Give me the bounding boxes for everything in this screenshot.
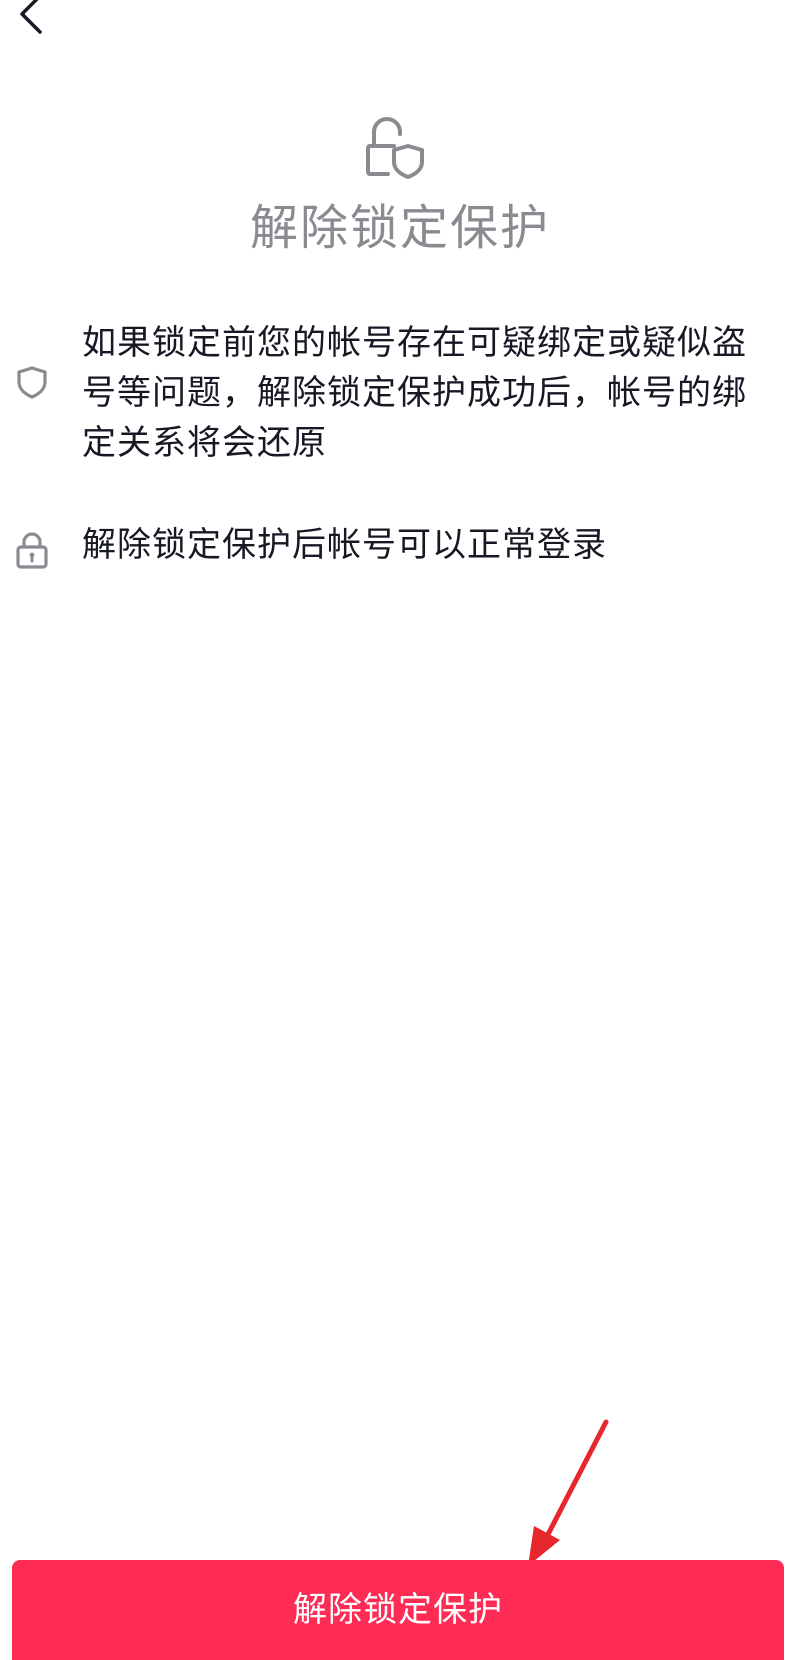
chevron-left-icon	[20, 0, 42, 34]
info-item-text: 如果锁定前您的帐号存在可疑绑定或疑似盗号等问题，解除锁定保护成功后，帐号的绑定关…	[82, 323, 747, 463]
lock-shield-icon	[364, 116, 440, 190]
lock-icon	[14, 530, 50, 569]
info-item-normal-login: 解除锁定保护后帐号可以正常登录	[0, 520, 800, 580]
info-item-restore-binding: 如果锁定前您的帐号存在可疑绑定或疑似盗号等问题，解除锁定保护成功后，帐号的绑定关…	[0, 318, 800, 478]
page-title: 解除锁定保护	[249, 200, 550, 256]
annotation-arrow-icon	[520, 1418, 620, 1568]
shield-icon	[14, 364, 50, 400]
back-button[interactable]	[8, 0, 48, 34]
info-item-text: 解除锁定保护后帐号可以正常登录	[82, 525, 607, 565]
unlock-protection-button[interactable]: 解除锁定保护	[12, 1560, 784, 1660]
